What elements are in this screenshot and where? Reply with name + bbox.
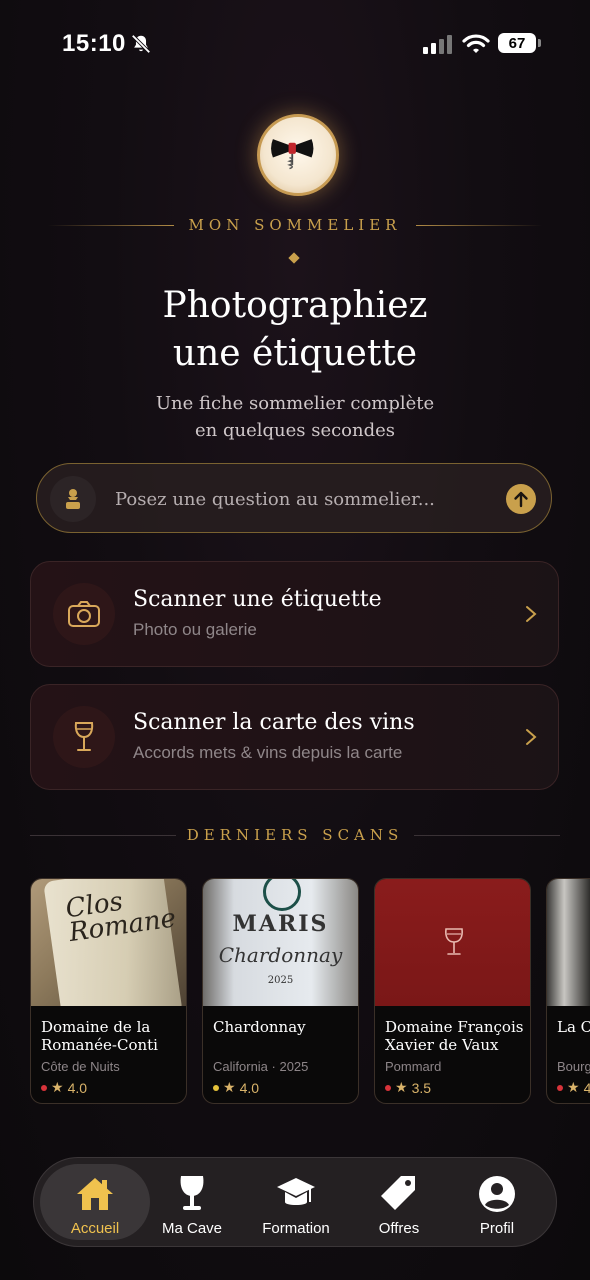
scan-rating: ★ 4 [557, 1079, 590, 1096]
profile-icon [479, 1176, 515, 1212]
thumbnail-label-text: 2025 [267, 975, 294, 986]
tab-label: Offres [378, 1220, 420, 1237]
scan-card-xavier-de-vaux[interactable]: Domaine François Xavier de Vaux Pommard … [374, 878, 531, 1104]
page-title-line-1: Photographiez [162, 285, 428, 326]
scan-region: Côte de Nuits [41, 1059, 120, 1074]
scan-thumbnail: Clos Romane [31, 879, 186, 1006]
tab-profil[interactable]: Profil [447, 1164, 547, 1240]
scan-region: California · 2025 [213, 1059, 309, 1074]
cellular-signal-icon [423, 35, 452, 54]
scan-thumbnail: MARIS Chardonnay 2025 [203, 879, 358, 1006]
thumbnail-label-text: Chardonnay [218, 943, 343, 967]
scan-name: Domaine François Xavier de Vaux [385, 1018, 524, 1054]
thumbnail-label-text: MARIS [232, 911, 329, 937]
sommelier-avatar-icon [50, 476, 96, 522]
rating-value: 4 [584, 1080, 590, 1096]
scan-label-card[interactable]: Scanner une étiquette Photo ou galerie [30, 561, 559, 667]
ask-sommelier-bar[interactable] [36, 463, 552, 533]
wifi-icon [462, 34, 490, 53]
rating-value: 4.0 [239, 1079, 260, 1096]
diamond-ornament [288, 252, 300, 264]
bottom-tab-bar: Accueil Ma Cave Formation Offres Profil [33, 1157, 557, 1247]
send-button[interactable] [506, 484, 536, 514]
scan-wine-list-card[interactable]: Scanner la carte des vins Accords mets &… [30, 684, 559, 790]
tab-ma-cave[interactable]: Ma Cave [142, 1164, 242, 1240]
page-subtitle-line-2: en quelques secondes [194, 420, 396, 441]
camera-icon [53, 583, 115, 645]
page-title-line-2: une étiquette [172, 333, 418, 374]
tab-label: Formation [262, 1220, 330, 1237]
wine-glass-icon [445, 928, 463, 955]
tab-label: Profil [479, 1220, 515, 1237]
rating-value: 4.0 [67, 1079, 88, 1096]
ask-input[interactable] [113, 481, 497, 517]
scan-rating: ★ 3.5 [385, 1079, 431, 1096]
scan-thumbnail [547, 879, 590, 1006]
tag-icon [381, 1176, 415, 1210]
scan-card-partial[interactable]: La C d'Au Bourg ★ 4 [546, 878, 590, 1104]
page-subtitle-line-1: Une fiche sommelier complète [155, 393, 435, 414]
tab-formation[interactable]: Formation [246, 1164, 346, 1240]
page-subtitle: Une fiche sommelier complète en quelques… [0, 390, 590, 444]
home-icon [77, 1178, 113, 1210]
rating-value: 3.5 [411, 1079, 432, 1096]
sommelier-logo [257, 114, 339, 196]
scan-region: Bourg [557, 1059, 590, 1074]
scan-card-chardonnay[interactable]: MARIS Chardonnay 2025 Chardonnay Califor… [202, 878, 359, 1104]
tab-offres[interactable]: Offres [349, 1164, 449, 1240]
wine-color-dot [213, 1084, 219, 1091]
scan-wine-list-title: Scanner la carte des vins [133, 710, 415, 735]
wine-color-dot [41, 1084, 47, 1091]
recent-scans-title: DERNIERS SCANS [186, 826, 404, 844]
battery-level: 67 [498, 33, 536, 53]
battery-tip [538, 39, 541, 47]
scan-rating: ★ 4.0 [213, 1079, 259, 1096]
tab-label: Accueil [70, 1220, 120, 1237]
scan-name: La C d'Au [557, 1018, 590, 1036]
battery-indicator: 67 [498, 33, 542, 55]
scan-name: Domaine de la Romanée-Conti [41, 1018, 158, 1054]
page-title: Photographiez une étiquette [0, 282, 590, 378]
star-icon: ★ [51, 1079, 64, 1095]
graduation-cap-icon [277, 1178, 315, 1205]
scan-region: Pommard [385, 1059, 442, 1074]
tab-label: Ma Cave [161, 1220, 223, 1237]
bell-muted-icon [131, 34, 151, 54]
wine-glass-icon [180, 1176, 204, 1210]
chevron-right-icon [526, 606, 537, 622]
scan-rating: ★ 4.0 [41, 1079, 87, 1096]
scan-card-romanee-conti[interactable]: Clos Romane Domaine de la Romanée-Conti … [30, 878, 187, 1104]
scan-thumbnail-placeholder [375, 879, 530, 1006]
star-icon: ★ [223, 1079, 236, 1095]
brand-title: MON SOMMELIER [188, 216, 402, 234]
scan-label-subtitle: Photo ou galerie [133, 620, 257, 639]
bow-tie-icon [271, 139, 314, 170]
scan-name: Chardonnay [213, 1018, 306, 1036]
wine-glass-icon [53, 706, 115, 768]
star-icon: ★ [395, 1079, 408, 1095]
scan-wine-list-subtitle: Accords mets & vins depuis la carte [133, 743, 403, 762]
wine-color-dot [385, 1084, 391, 1091]
scan-label-title: Scanner une étiquette [133, 587, 382, 612]
tab-accueil[interactable]: Accueil [40, 1164, 150, 1240]
chevron-right-icon [526, 729, 537, 745]
star-icon: ★ [567, 1079, 580, 1095]
wine-color-dot [557, 1084, 563, 1091]
status-time: 15:10 [62, 30, 126, 57]
arrow-up-icon [514, 491, 528, 508]
